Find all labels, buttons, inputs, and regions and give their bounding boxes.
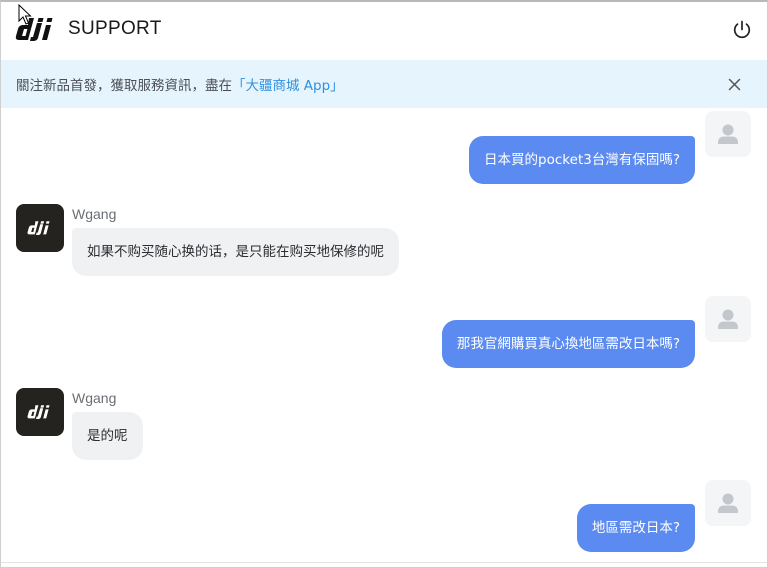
brand: SUPPORT: [15, 16, 162, 42]
dji-avatar-icon: [27, 221, 50, 235]
dji-avatar-icon: [27, 405, 50, 419]
chat-message-list[interactable]: 日本買的pocket3台灣有保固嗎? Wgang 如果不购买随心换的话，是只能在…: [1, 108, 767, 564]
user-avatar: [705, 296, 751, 342]
power-button[interactable]: [731, 19, 753, 41]
user-message-bubble: 日本買的pocket3台灣有保固嗎?: [469, 136, 695, 184]
power-icon: [733, 20, 751, 39]
user-avatar-icon: [718, 309, 738, 329]
notice-text: 關注新品首發，獲取服務資訊，盡在: [16, 78, 232, 94]
bottom-divider: [1, 562, 767, 563]
agent-name: Wgang: [72, 206, 117, 222]
user-message-bubble: 地區需改日本?: [576, 504, 695, 552]
agent-avatar: [16, 204, 64, 252]
notice-close-button[interactable]: [728, 78, 741, 91]
agent-name: Wgang: [72, 390, 117, 406]
user-avatar-icon: [718, 493, 738, 513]
notice-app-link[interactable]: 「大疆商城 App」: [232, 78, 344, 94]
brand-text: SUPPORT: [68, 18, 162, 39]
agent-avatar: [16, 388, 64, 436]
support-chat-window: SUPPORT 關注新品首發，獲取服務資訊，盡在「大疆商城 App」 日本買的p…: [0, 0, 768, 568]
notice-bar: 關注新品首發，獲取服務資訊，盡在「大疆商城 App」: [1, 60, 767, 108]
user-avatar-icon: [718, 124, 738, 144]
user-avatar: [705, 111, 751, 157]
agent-message-bubble: 如果不购买随心换的话，是只能在购买地保修的呢: [72, 228, 399, 276]
close-icon: [728, 78, 741, 91]
header-bar: SUPPORT: [1, 2, 767, 61]
agent-message-bubble: 是的呢: [72, 412, 143, 460]
mouse-cursor-icon: [18, 4, 32, 25]
user-avatar: [705, 480, 751, 526]
user-message-bubble: 那我官網購買真心換地區需改日本嗎?: [441, 320, 695, 368]
notice-message: 關注新品首發，獲取服務資訊，盡在「大疆商城 App」: [16, 74, 344, 94]
